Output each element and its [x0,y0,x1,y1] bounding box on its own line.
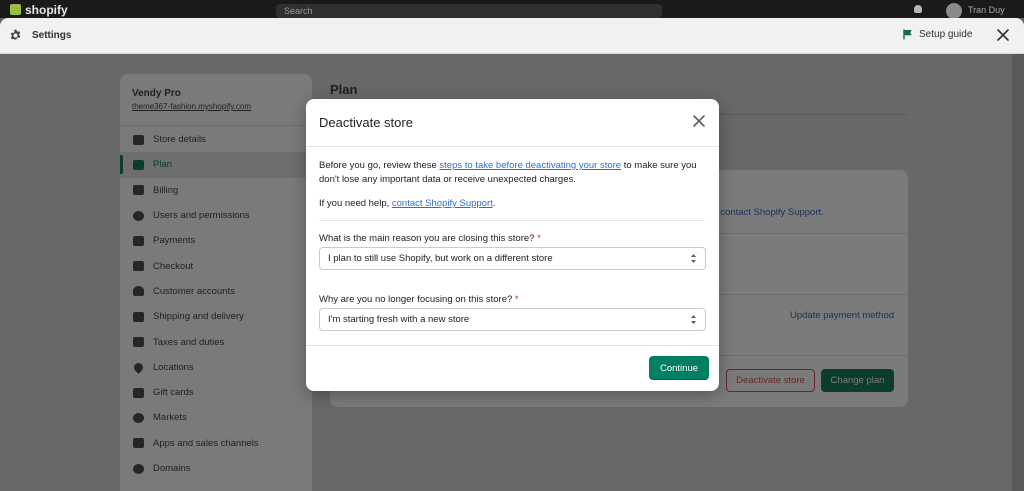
pin-icon [131,360,145,374]
help-text-end: . [492,198,496,209]
sidebar-item-users[interactable]: Users and permissions [120,203,312,228]
tax-icon [132,336,144,348]
store-name: Vendy Pro [132,88,181,99]
settings-header: Settings Setup guide [0,18,1024,54]
sidebar-item-shipping[interactable]: Shipping and delivery [120,304,312,329]
credit-card-icon [132,235,144,247]
flag-icon [903,29,912,40]
sidebar-item-checkout[interactable]: Checkout [120,253,312,278]
sidebar-item-label: Taxes and duties [153,336,225,348]
sidebar-item-label: Domains [153,463,191,474]
support-link[interactable]: , contact Shopify Support. [715,207,824,218]
reason-label-text: What is the main reason you are closing … [319,233,535,244]
truck-icon [132,311,144,323]
setup-guide-label: Setup guide [919,29,973,40]
scrollbar[interactable] [1012,54,1024,491]
settings-sidebar: Vendy Pro theme367-fashion.myshopify.com… [120,74,312,491]
sidebar-item-store-details[interactable]: Store details [120,127,312,152]
sidebar-item-payments[interactable]: Payments [120,228,312,253]
select-arrows-icon [691,254,696,263]
contact-support-link[interactable]: contact Shopify Support [392,198,493,209]
sidebar-item-apps[interactable]: Apps and sales channels [120,431,312,456]
deactivation-steps-link[interactable]: steps to take before deactivating your s… [439,160,621,171]
shopify-logo[interactable]: shopify [10,3,68,17]
sidebar-item-label: Markets [153,412,187,424]
sidebar-divider [120,125,312,126]
modal-footer: Continue [306,345,719,391]
gift-icon [132,387,144,399]
sidebar-item-label: Store details [153,134,206,146]
sidebar-item-billing[interactable]: Billing [120,178,312,203]
shopify-bag-icon [10,4,21,15]
store-icon [132,134,144,146]
modal-body: Before you go, review these steps to tak… [319,159,705,211]
sidebar-item-taxes[interactable]: Taxes and duties [120,329,312,354]
focus-select-value: I'm starting fresh with a new store [328,314,470,325]
person-icon [132,285,144,297]
close-icon[interactable] [691,113,707,129]
cart-icon [132,260,144,272]
intro-text: Before you go, review these steps to tak… [319,159,705,186]
modal-title: Deactivate store [319,115,413,130]
notification-icon[interactable] [914,5,922,13]
user-icon [132,210,144,222]
reason-select[interactable]: I plan to still use Shopify, but work on… [319,247,706,270]
store-url-link[interactable]: theme367-fashion.myshopify.com [132,102,251,111]
sidebar-item-gift-cards[interactable]: Gift cards [120,380,312,405]
globe-icon [132,463,144,475]
globe-icon [132,412,144,424]
settings-title: Settings [32,30,72,41]
required-marker: * [537,233,541,244]
sidebar-item-label: Payments [153,235,196,247]
sidebar-nav: Store details Plan Billing Users and per… [120,127,312,481]
focus-label-text: Why are you no longer focusing on this s… [319,294,513,305]
logo-text: shopify [25,3,68,17]
sidebar-item-locations[interactable]: Locations [120,355,312,380]
sidebar-item-label: Locations [153,361,194,373]
sidebar-item-label: Billing [153,184,179,196]
sidebar-item-markets[interactable]: Markets [120,405,312,430]
help-text-start: If you need help, [319,198,392,209]
help-text: If you need help, contact Shopify Suppor… [319,197,705,211]
sidebar-item-label: Apps and sales channels [153,437,259,449]
sidebar-item-label: Gift cards [153,387,194,399]
close-icon[interactable] [995,27,1011,43]
sidebar-item-label: Shipping and delivery [153,311,244,323]
reason-select-value: I plan to still use Shopify, but work on… [328,253,553,264]
sidebar-item-label: Users and permissions [153,210,250,222]
modal-divider [319,220,705,221]
apps-icon [132,437,144,449]
update-payment-link[interactable]: Update payment method [790,310,894,321]
intro-text-start: Before you go, review these [319,160,440,171]
change-plan-button[interactable]: Change plan [821,369,894,392]
user-name[interactable]: Tran Duy [968,5,1005,15]
sidebar-item-label: Plan [153,159,173,171]
gear-icon [10,29,21,40]
focus-reason-select[interactable]: I'm starting fresh with a new store [319,308,706,331]
continue-button[interactable]: Continue [649,356,709,380]
sidebar-item-customer-accounts[interactable]: Customer accounts [120,279,312,304]
dollar-icon [132,184,144,196]
sidebar-item-label: Customer accounts [153,285,235,297]
plan-icon [132,159,144,171]
focus-label: Why are you no longer focusing on this s… [319,294,519,305]
modal-header: Deactivate store [306,99,719,147]
admin-top-bar: shopify Search Tran Duy [0,0,1024,19]
search-input[interactable]: Search [276,4,662,18]
page-title: Plan [330,82,358,97]
select-arrows-icon [691,315,696,324]
avatar[interactable] [946,3,962,19]
sidebar-item-domains[interactable]: Domains [120,456,312,481]
setup-guide-button[interactable]: Setup guide [903,29,972,40]
sidebar-item-label: Checkout [153,260,194,272]
reason-label: What is the main reason you are closing … [319,233,541,244]
required-marker: * [514,294,519,305]
deactivate-store-modal: Deactivate store Before you go, review t… [306,99,719,391]
sidebar-item-plan[interactable]: Plan [120,152,312,178]
deactivate-store-button[interactable]: Deactivate store [726,369,815,392]
